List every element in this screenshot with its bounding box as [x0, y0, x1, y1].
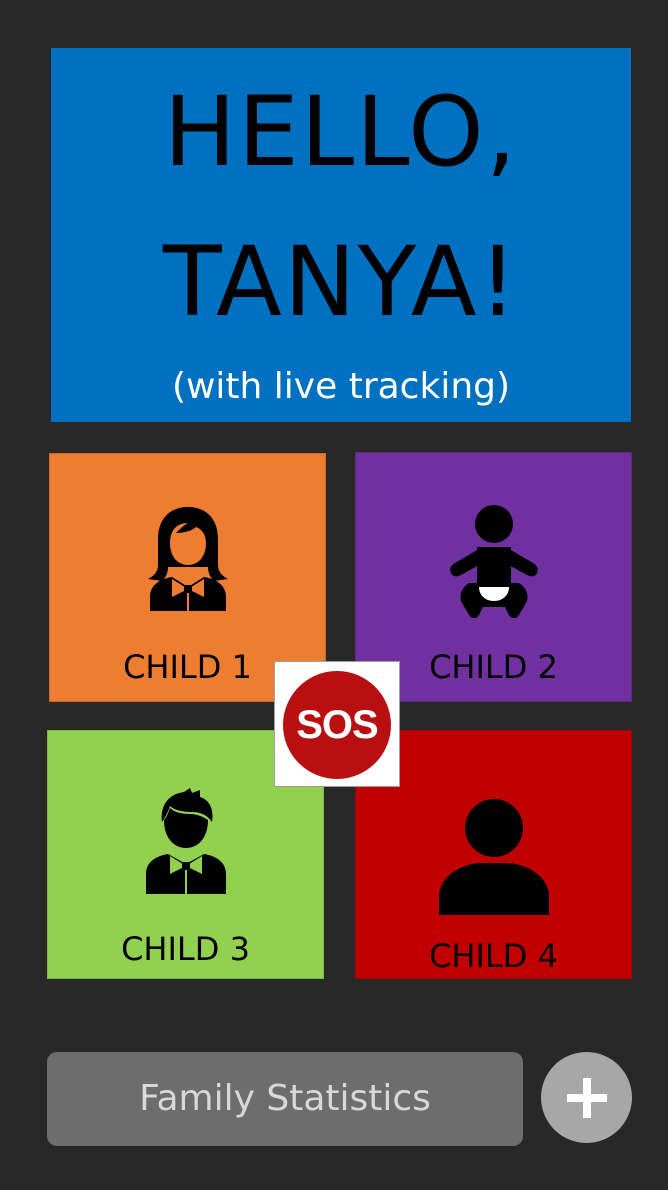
plus-icon [567, 1078, 607, 1118]
add-button[interactable] [541, 1052, 632, 1143]
greeting-line-1: HELLO, [163, 76, 519, 188]
girl-icon [147, 507, 228, 611]
sos-label: SOS [283, 671, 391, 779]
greeting-banner: HELLO, TANYA! (with live tracking) [51, 48, 631, 422]
family-statistics-button[interactable]: Family Statistics [47, 1052, 523, 1146]
tracking-subtitle: (with live tracking) [171, 366, 511, 407]
greeting-line-2: TANYA! [162, 226, 519, 338]
child-label-4: CHILD 4 [429, 937, 558, 975]
baby-icon [449, 505, 538, 618]
child-label-3: CHILD 3 [121, 930, 250, 968]
boy-icon [145, 788, 226, 894]
sos-button[interactable]: SOS [274, 661, 400, 787]
person-icon [438, 799, 549, 915]
